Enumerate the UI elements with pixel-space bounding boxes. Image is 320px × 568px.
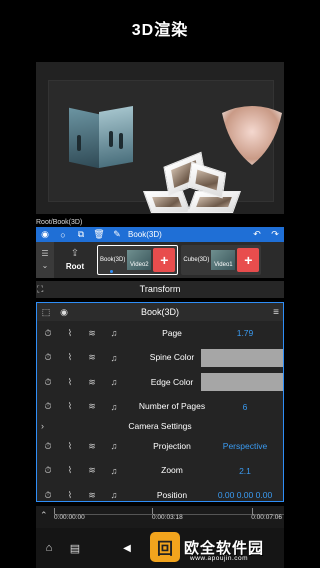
time-mid: 0:00:03:18 <box>152 514 183 521</box>
graph-icon[interactable]: ⌇ <box>59 441 81 452</box>
color-swatch[interactable] <box>201 373 283 392</box>
layer-card-book[interactable]: Book(3D) Video2 + <box>97 245 179 275</box>
video-preview[interactable] <box>36 62 284 214</box>
timeline-ruler[interactable]: ⌃ 0:00:00:00 0:00:03:18 0:00:07:06 <box>36 506 284 528</box>
transform-label: Transform <box>139 284 181 294</box>
property-value[interactable]: 1.79 <box>207 328 283 338</box>
layer-card-name: Book(3D) <box>100 257 126 263</box>
property-value[interactable]: 0.00 0.00 0.00 <box>207 490 283 500</box>
graph-icon[interactable]: ⌇ <box>59 377 81 388</box>
root-layer-button[interactable]: ⇪ Root <box>56 244 94 276</box>
preview-canvas <box>48 80 274 213</box>
panel-header: ⬚ ◉ Book(3D) ≡ <box>37 303 283 321</box>
stopwatch-icon[interactable]: ⏱ <box>37 401 59 412</box>
prev-frame-icon[interactable]: ◀ <box>116 543 138 554</box>
stopwatch-icon[interactable]: ⏱ <box>37 490 59 501</box>
property-label: Number of Pages <box>138 401 206 412</box>
graph-icon[interactable]: ⌇ <box>59 352 81 363</box>
property-row-number-of-pages[interactable]: ⏱ ⌇ ≋ ♫ Number of Pages 6 <box>37 395 283 420</box>
panel-title: Book(3D) <box>140 307 179 317</box>
graph-icon[interactable]: ⌇ <box>59 465 81 476</box>
duplicate-icon[interactable]: ⧉ <box>72 227 90 242</box>
audio-icon[interactable]: ♫ <box>103 402 125 412</box>
breadcrumb: Root/Book(3D) <box>36 219 83 226</box>
layer-toolbar: ◉ ○ ⧉ 🗑 ✎ Book(3D) ↶ ↷ <box>36 227 284 242</box>
layer-strip: ☰ ⌄ ⇪ Root Book(3D) Video2 + Cube(3D) Vi… <box>36 242 284 278</box>
time-start: 0:00:00:00 <box>54 514 85 521</box>
audio-icon[interactable]: ♫ <box>103 441 125 451</box>
stopwatch-icon[interactable]: ⏱ <box>37 352 59 363</box>
cube-3d-object <box>69 105 133 169</box>
audio-icon[interactable]: ♫ <box>103 328 125 338</box>
audio-icon[interactable]: ♫ <box>103 490 125 500</box>
upload-icon: ⇪ <box>70 248 80 259</box>
property-label: Spine Color <box>149 352 195 363</box>
property-label: Projection <box>153 440 191 451</box>
wiggle-icon[interactable]: ≋ <box>81 401 103 412</box>
chevron-up-icon[interactable]: ⌃ <box>40 510 48 521</box>
add-layer-button[interactable]: + <box>153 248 176 272</box>
property-value[interactable]: 6 <box>207 402 283 412</box>
camera-settings-section[interactable]: › Camera Settings <box>37 419 283 434</box>
watermark-logo: 回 <box>150 532 180 562</box>
property-label: Zoom <box>161 465 183 476</box>
property-row-position[interactable]: ⏱ ⌇ ≋ ♫ Position 0.00 0.00 0.00 <box>37 483 283 501</box>
wiggle-icon[interactable]: ≋ <box>81 490 103 501</box>
property-label: Edge Color <box>150 376 194 387</box>
root-label: Root <box>65 262 85 271</box>
property-row-edge-color[interactable]: ⏱ ⌇ ≋ ♫ Edge Color <box>37 370 283 395</box>
watermark: 回 欧全软件园 www.apoujin.com <box>150 528 316 566</box>
graph-icon[interactable]: ⌇ <box>59 401 81 412</box>
graph-icon[interactable]: ⌇ <box>59 328 81 339</box>
time-end: 0:00:07:06 <box>251 514 282 521</box>
property-label: Page <box>162 327 182 338</box>
layer-title: Book(3D) <box>128 230 162 239</box>
property-value[interactable]: Perspective <box>207 441 283 451</box>
pencil-icon[interactable]: ✎ <box>108 227 126 242</box>
trash-icon[interactable]: 🗑 <box>90 227 108 242</box>
stopwatch-icon[interactable]: ⏱ <box>37 328 59 339</box>
audio-icon[interactable]: ♫ <box>103 466 125 476</box>
comment-icon[interactable]: ▤ <box>62 542 88 555</box>
stopwatch-icon[interactable]: ⏱ <box>37 377 59 388</box>
property-label: Position <box>156 489 188 500</box>
property-row-zoom[interactable]: ⏱ ⌇ ≋ ♫ Zoom 2.1 <box>37 459 283 484</box>
properties-panel: ⬚ ◉ Book(3D) ≡ ⏱ ⌇ ≋ ♫ Page 1.79 ⏱ ⌇ ≋ ♫… <box>36 302 284 502</box>
graph-icon[interactable]: ⌇ <box>59 490 81 501</box>
layer-card-clip: Video1 <box>211 250 236 270</box>
transform-row[interactable]: ⛶ Transform <box>36 281 284 298</box>
section-title: Camera Settings <box>128 421 192 431</box>
menu-icon[interactable]: ≡ <box>273 307 279 318</box>
property-value[interactable]: 2.1 <box>207 466 283 476</box>
eye-icon[interactable]: ◉ <box>36 227 54 242</box>
wiggle-icon[interactable]: ≋ <box>81 441 103 452</box>
property-row-page[interactable]: ⏱ ⌇ ≋ ♫ Page 1.79 <box>37 321 283 346</box>
book-3d-object <box>139 151 249 214</box>
wiggle-icon[interactable]: ≋ <box>81 352 103 363</box>
redo-icon[interactable]: ↷ <box>266 227 284 242</box>
home-icon[interactable]: ⌂ <box>36 542 62 554</box>
audio-icon[interactable]: ♫ <box>103 377 125 387</box>
property-row-spine-color[interactable]: ⏱ ⌇ ≋ ♫ Spine Color <box>37 346 283 371</box>
color-swatch[interactable] <box>201 348 283 367</box>
layer-strip-controls: ☰ ⌄ <box>36 242 54 278</box>
wiggle-icon[interactable]: ≋ <box>81 465 103 476</box>
layer-card-name: Cube(3D) <box>183 257 210 263</box>
stopwatch-icon[interactable]: ⏱ <box>37 465 59 476</box>
chevron-down-icon[interactable]: ⌄ <box>42 262 49 270</box>
layer-card-cube[interactable]: Cube(3D) Video1 + <box>181 245 262 275</box>
circle-icon[interactable]: ○ <box>54 227 72 242</box>
stopwatch-icon[interactable]: ⏱ <box>37 441 59 452</box>
add-layer-button[interactable]: + <box>237 248 260 272</box>
undo-icon[interactable]: ↶ <box>248 227 266 242</box>
watermark-url: www.apoujin.com <box>190 555 249 562</box>
property-row-projection[interactable]: ⏱ ⌇ ≋ ♫ Projection Perspective <box>37 434 283 459</box>
wiggle-icon[interactable]: ≋ <box>81 377 103 388</box>
wiggle-icon[interactable]: ≋ <box>81 328 103 339</box>
audio-icon[interactable]: ♫ <box>103 353 125 363</box>
promo-title: 3D渲染 <box>131 22 189 39</box>
selected-dot <box>110 270 113 273</box>
layer-card-clip: Video2 <box>127 250 152 270</box>
list-icon[interactable]: ☰ <box>41 250 48 258</box>
